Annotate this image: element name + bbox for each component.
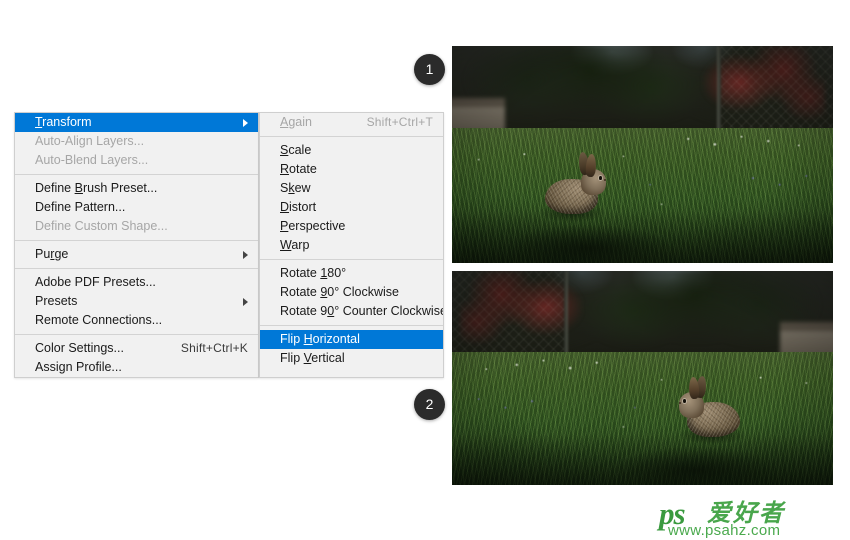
submenu-item-distort[interactable]: Distort xyxy=(260,198,443,217)
menu-item-label: Presets xyxy=(35,294,78,308)
menu-separator xyxy=(15,174,258,175)
menu-item-shortcut: Shift+Ctrl+T xyxy=(366,115,433,129)
menu-separator xyxy=(260,259,443,260)
menu-item-auto-align-layers: Auto-Align Layers... xyxy=(15,132,258,151)
menu-item-adobe-pdf-presets[interactable]: Adobe PDF Presets... xyxy=(15,273,258,292)
menu-item-purge[interactable]: Purge xyxy=(15,245,258,264)
menu-item-define-pattern[interactable]: Define Pattern... xyxy=(15,198,258,217)
menu-item-label: Color Settings... xyxy=(35,341,124,355)
menu-separator xyxy=(15,268,258,269)
submenu-item-again: Again Shift+Ctrl+T xyxy=(260,113,443,132)
edit-menu[interactable]: Transform Auto-Align Layers... Auto-Blen… xyxy=(14,112,259,378)
menu-item-label: Again xyxy=(280,115,312,129)
menu-item-label: Rotate xyxy=(280,162,317,176)
menu-item-define-custom-shape: Define Custom Shape... xyxy=(15,217,258,236)
menu-item-label: Flip Vertical xyxy=(280,351,345,365)
submenu-item-flip-vertical[interactable]: Flip Vertical xyxy=(260,349,443,368)
menu-item-label: Skew xyxy=(280,181,311,195)
step-badge-1: 1 xyxy=(414,54,445,85)
vignette xyxy=(452,271,833,485)
menu-item-label: Warp xyxy=(280,238,310,252)
menu-item-shortcut: Shift+Ctrl+K xyxy=(180,341,248,355)
chevron-right-icon xyxy=(243,118,248,127)
submenu-item-rotate-180[interactable]: Rotate 180° xyxy=(260,264,443,283)
submenu-item-rotate[interactable]: Rotate xyxy=(260,160,443,179)
menu-separator xyxy=(260,136,443,137)
menu-item-label: Rotate 90° Clockwise xyxy=(280,285,399,299)
menu-item-remote-connections[interactable]: Remote Connections... xyxy=(15,311,258,330)
submenu-item-scale[interactable]: Scale xyxy=(260,141,443,160)
menu-item-label: Assign Profile... xyxy=(35,360,122,374)
menu-item-label: Flip Horizontal xyxy=(280,332,360,346)
photo-after xyxy=(452,271,833,485)
screenshot-root: Transform Auto-Align Layers... Auto-Blen… xyxy=(0,0,850,540)
photo-scene xyxy=(452,46,833,263)
submenu-item-skew[interactable]: Skew xyxy=(260,179,443,198)
menu-item-label: Auto-Align Layers... xyxy=(35,134,145,148)
transform-submenu[interactable]: Again Shift+Ctrl+T Scale Rotate Skew Dis… xyxy=(259,112,444,378)
menu-item-color-settings[interactable]: Color Settings... Shift+Ctrl+K xyxy=(15,339,258,358)
menu-item-label: Define Pattern... xyxy=(35,200,126,214)
menu-item-label: Rotate 180° xyxy=(280,266,347,280)
watermark-url: www.psahz.com xyxy=(668,522,781,539)
submenu-item-perspective[interactable]: Perspective xyxy=(260,217,443,236)
chevron-right-icon xyxy=(243,250,248,259)
submenu-item-flip-horizontal[interactable]: Flip Horizontal xyxy=(260,330,443,349)
menu-separator xyxy=(260,325,443,326)
watermark: ps 爱好者 www.psahz.com xyxy=(659,498,844,539)
menu-item-label: Remote Connections... xyxy=(35,313,163,327)
menu-item-define-brush-preset[interactable]: Define Brush Preset... xyxy=(15,179,258,198)
submenu-item-warp[interactable]: Warp xyxy=(260,236,443,255)
vignette xyxy=(452,46,833,263)
menu-separator xyxy=(15,240,258,241)
menu-item-label: Adobe PDF Presets... xyxy=(35,275,156,289)
menu-item-label: Perspective xyxy=(280,219,346,233)
menu-item-label: Auto-Blend Layers... xyxy=(35,153,149,167)
menu-separator xyxy=(15,334,258,335)
menu-item-auto-blend-layers: Auto-Blend Layers... xyxy=(15,151,258,170)
menu-item-label: Define Custom Shape... xyxy=(35,219,168,233)
menu-item-label: Rotate 90° Counter Clockwise xyxy=(280,304,444,318)
submenu-item-rotate-90-ccw[interactable]: Rotate 90° Counter Clockwise xyxy=(260,302,443,321)
menu-item-presets[interactable]: Presets xyxy=(15,292,258,311)
menu-item-label: Distort xyxy=(280,200,317,214)
photo-before xyxy=(452,46,833,263)
menu-item-assign-profile[interactable]: Assign Profile... xyxy=(15,358,258,377)
menu-item-label: Transform xyxy=(35,115,92,129)
chevron-right-icon xyxy=(243,297,248,306)
menu-item-transform[interactable]: Transform xyxy=(15,113,258,132)
step-badge-2: 2 xyxy=(414,389,445,420)
menu-item-label: Define Brush Preset... xyxy=(35,181,158,195)
menu-item-label: Purge xyxy=(35,247,69,261)
submenu-item-rotate-90-cw[interactable]: Rotate 90° Clockwise xyxy=(260,283,443,302)
menu-item-label: Scale xyxy=(280,143,312,157)
photo-scene-flipped xyxy=(452,271,833,485)
